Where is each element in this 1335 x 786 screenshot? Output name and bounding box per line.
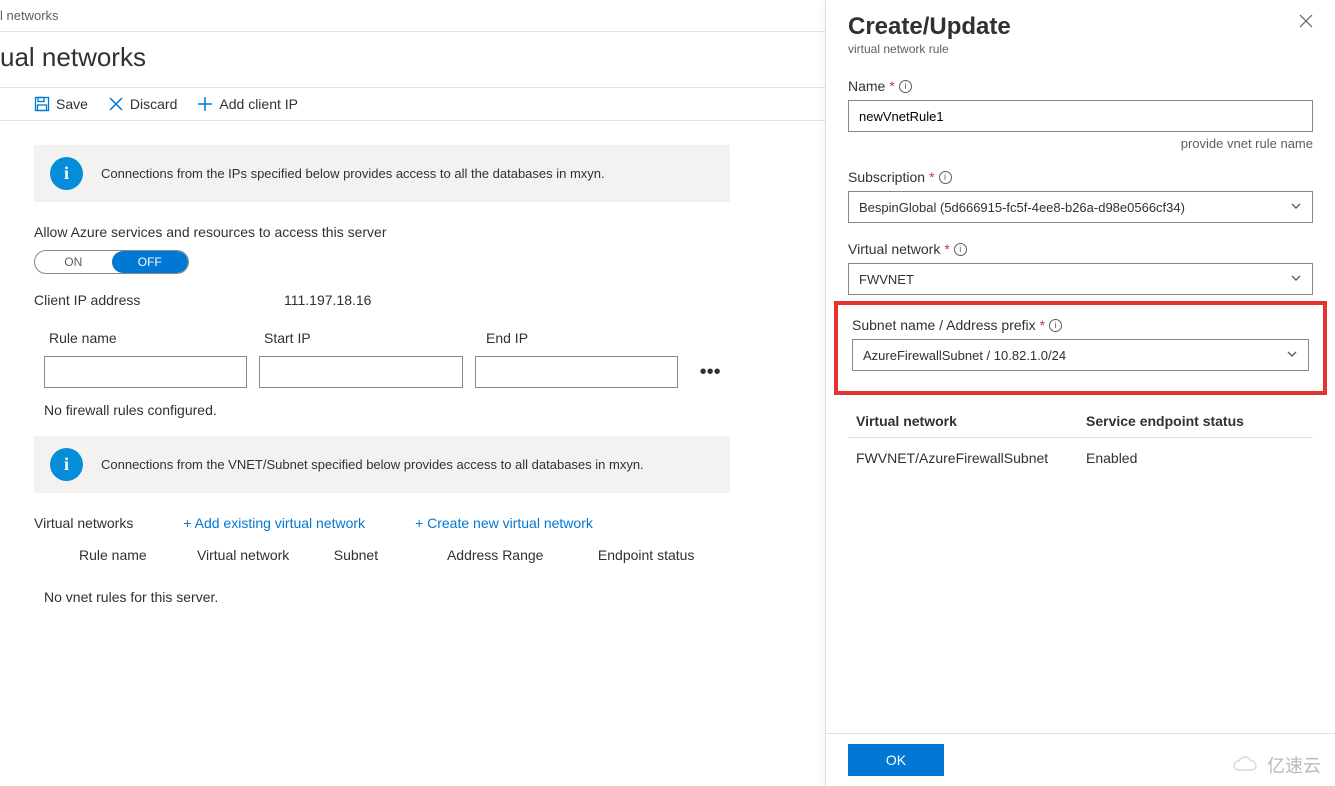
close-icon [108,96,124,112]
chevron-down-icon [1290,272,1302,287]
required-icon: * [1040,317,1045,333]
allow-azure-label: Allow Azure services and resources to ac… [34,224,730,240]
end-ip-input[interactable] [475,356,678,388]
discard-label: Discard [130,96,177,112]
info-icon[interactable]: i [1049,319,1062,332]
name-helper: provide vnet rule name [848,136,1313,151]
col-end-ip: End IP [486,330,696,352]
info-icon[interactable]: i [899,80,912,93]
info-box-firewall: i Connections from the IPs specified bel… [34,145,730,202]
info-icon[interactable]: i [939,171,952,184]
endpoint-table-row: FWVNET/AzureFirewallSubnet Enabled [848,438,1313,478]
add-existing-vnet-link[interactable]: + Add existing virtual network [183,515,365,531]
col-start-ip: Start IP [264,330,486,352]
virtual-network-value: FWVNET [859,272,914,287]
create-new-vnet-link[interactable]: + Create new virtual network [415,515,593,531]
client-ip-label: Client IP address [34,292,284,308]
row-virtual-network: FWVNET/AzureFirewallSubnet [856,450,1086,466]
th-virtual-network: Virtual network [856,413,1086,429]
vnet-col-subnet: Subnet [334,547,447,569]
endpoint-table-head: Virtual network Service endpoint status [848,407,1313,438]
subnet-highlight-box: Subnet name / Address prefix * i AzureFi… [834,301,1327,395]
save-icon [34,96,50,112]
more-button[interactable]: ••• [690,356,730,388]
save-label: Save [56,96,88,112]
row-endpoint-status: Enabled [1086,450,1313,466]
blade-title: Create/Update [848,14,1011,40]
vnet-col-addr: Address Range [447,547,598,569]
subscription-label: Subscription [848,169,925,185]
vnet-empty-text: No vnet rules for this server. [34,589,730,605]
name-label: Name [848,78,885,94]
vnet-col-endpoint: Endpoint status [598,547,730,569]
col-rule-name: Rule name [34,330,264,352]
info-text-vnet: Connections from the VNET/Subnet specifi… [101,457,644,472]
create-update-blade: Create/Update virtual network rule Name … [825,0,1335,786]
start-ip-input[interactable] [259,356,462,388]
firewall-columns: Rule name Start IP End IP [34,330,730,352]
close-blade-button[interactable] [1299,14,1313,33]
save-button[interactable]: Save [34,96,88,112]
toggle-off: OFF [112,251,189,273]
discard-button[interactable]: Discard [108,96,177,112]
chevron-down-icon [1286,348,1298,363]
subscription-select[interactable]: BespinGlobal (5d666915-fc5f-4ee8-b26a-d9… [848,191,1313,223]
required-icon: * [889,78,894,94]
chevron-down-icon [1290,200,1302,215]
vnet-col-rule: Rule name [34,547,197,569]
th-endpoint-status: Service endpoint status [1086,413,1313,429]
rule-name-input[interactable] [44,356,247,388]
vnet-columns: Rule name Virtual network Subnet Address… [34,547,730,569]
add-client-ip-label: Add client IP [219,96,298,112]
subscription-value: BespinGlobal (5d666915-fc5f-4ee8-b26a-d9… [859,200,1185,215]
subnet-value: AzureFirewallSubnet / 10.82.1.0/24 [863,348,1066,363]
vnet-col-vnet: Virtual network [197,547,334,569]
info-text: Connections from the IPs specified below… [101,166,605,181]
virtual-network-label: Virtual network [848,241,940,257]
blade-subtitle: virtual network rule [848,42,1011,56]
virtual-network-select[interactable]: FWVNET [848,263,1313,295]
required-icon: * [944,241,949,257]
allow-azure-toggle[interactable]: ON OFF [34,250,189,274]
required-icon: * [929,169,934,185]
subnet-select[interactable]: AzureFirewallSubnet / 10.82.1.0/24 [852,339,1309,371]
info-icon[interactable]: i [954,243,967,256]
info-icon: i [50,157,83,190]
name-input[interactable] [848,100,1313,132]
virtual-networks-label: Virtual networks [34,515,133,531]
info-box-vnet: i Connections from the VNET/Subnet speci… [34,436,730,493]
subnet-label: Subnet name / Address prefix [852,317,1036,333]
plus-icon [197,96,213,112]
client-ip-value: 111.197.18.16 [284,292,371,308]
info-icon: i [50,448,83,481]
breadcrumb-text: l networks [0,8,59,23]
close-icon [1299,14,1313,28]
firewall-empty-text: No firewall rules configured. [34,402,730,418]
add-client-ip-button[interactable]: Add client IP [197,96,298,112]
ellipsis-icon: ••• [700,361,721,384]
ok-button[interactable]: OK [848,744,944,776]
toggle-on: ON [35,251,112,273]
